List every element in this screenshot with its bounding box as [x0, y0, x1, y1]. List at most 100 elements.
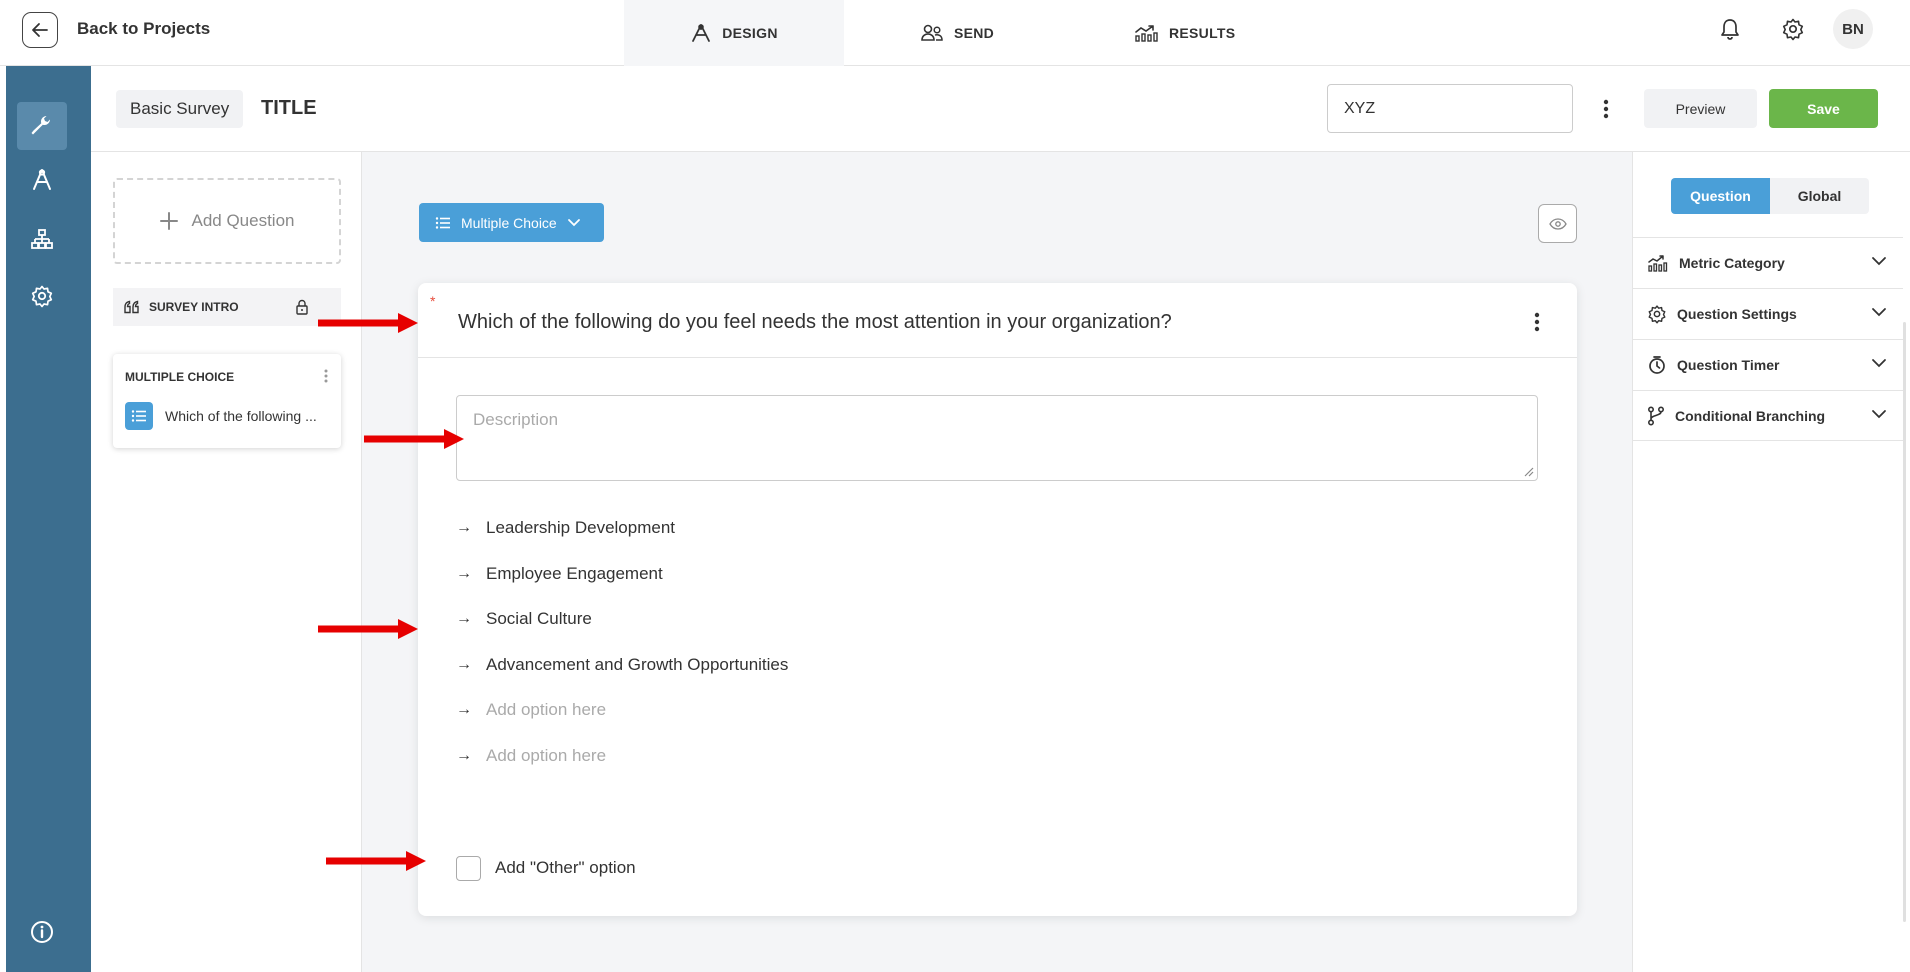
question-list-panel: Add Question SURVEY INTRO MULTIPLE CHOIC… — [91, 152, 362, 972]
wrench-icon — [31, 116, 50, 135]
tab-results[interactable]: RESULTS — [1133, 0, 1235, 66]
sitemap-icon — [31, 229, 53, 249]
plus-icon — [160, 212, 179, 230]
accordion-label: Metric Category — [1679, 255, 1785, 271]
chevron-down-icon — [1872, 257, 1886, 266]
resize-handle-icon[interactable] — [1524, 467, 1534, 477]
option-row[interactable]: → Social Culture — [456, 604, 592, 634]
question-list-item[interactable]: MULTIPLE CHOICE Which of the following .… — [113, 354, 341, 448]
segment-global[interactable]: Global — [1770, 178, 1869, 214]
design-icon — [692, 24, 711, 42]
settings-button[interactable] — [1778, 14, 1808, 44]
bell-icon — [1721, 19, 1739, 40]
list-icon — [125, 402, 153, 430]
add-question-button[interactable]: Add Question — [113, 178, 341, 264]
arrow-right-icon: → — [456, 747, 472, 764]
accordion-question-timer[interactable]: Question Timer — [1633, 339, 1903, 390]
rail-item-build[interactable] — [17, 102, 67, 150]
option-row[interactable]: → Employee Engagement — [456, 559, 663, 589]
arrow-left-icon — [32, 23, 48, 37]
gear-icon — [1648, 305, 1666, 324]
required-marker: * — [430, 293, 436, 309]
question-type-dropdown[interactable]: Multiple Choice — [419, 203, 604, 242]
survey-title[interactable]: TITLE — [261, 97, 317, 120]
back-button[interactable] — [22, 12, 58, 48]
chevron-down-icon — [1872, 410, 1886, 419]
accordion-label: Question Settings — [1677, 306, 1797, 322]
question-type-label: MULTIPLE CHOICE — [125, 370, 235, 384]
arrow-right-icon: → — [456, 610, 472, 627]
arrow-right-icon: → — [456, 565, 472, 582]
back-to-projects-link[interactable]: Back to Projects — [77, 19, 210, 39]
question-type-label: Multiple Choice — [461, 214, 557, 231]
annotation-arrow-icon — [318, 313, 418, 333]
lock-icon — [296, 299, 308, 315]
rail-item-settings[interactable] — [17, 272, 67, 320]
chevron-down-icon — [567, 218, 580, 226]
gear-icon — [1782, 18, 1804, 41]
top-bar: Back to Projects DESIGN SEND RESULTS BN — [0, 0, 1910, 66]
tab-send[interactable]: SEND — [920, 0, 994, 66]
tab-results-label: RESULTS — [1169, 25, 1236, 41]
add-option-input[interactable]: → Add option here — [456, 695, 606, 725]
question-text-input[interactable] — [458, 311, 1508, 334]
notifications-button[interactable] — [1715, 14, 1745, 44]
list-icon — [435, 216, 450, 229]
info-icon — [31, 921, 53, 943]
annotation-arrow-icon — [326, 851, 426, 871]
option-text: Leadership Development — [486, 518, 676, 537]
metric-chart-icon — [1648, 255, 1668, 272]
save-button[interactable]: Save — [1769, 89, 1878, 128]
preview-button[interactable]: Preview — [1644, 89, 1757, 128]
properties-panel: Question Global Metric Category Question… — [1632, 152, 1910, 972]
gear-icon — [31, 285, 53, 308]
branch-icon — [1647, 406, 1665, 426]
tab-design-label: DESIGN — [722, 25, 778, 41]
accordion-metric-category[interactable]: Metric Category — [1633, 237, 1903, 288]
rail-item-logic[interactable] — [17, 216, 67, 264]
quote-icon — [124, 300, 139, 314]
question-card: * → Leadership Development → Employee En… — [418, 283, 1577, 916]
option-text: Employee Engagement — [486, 564, 663, 583]
survey-intro-label: SURVEY INTRO — [149, 300, 239, 314]
more-options-button[interactable] — [1596, 94, 1616, 124]
description-input[interactable] — [456, 395, 1538, 481]
users-icon — [921, 24, 943, 41]
eye-icon — [1548, 217, 1567, 230]
survey-name-input[interactable] — [1327, 84, 1573, 133]
arrow-right-icon: → — [456, 656, 472, 673]
arrow-right-icon: → — [456, 701, 472, 718]
arrow-right-icon: → — [456, 519, 472, 536]
tab-send-label: SEND — [954, 25, 995, 41]
accordion-label: Conditional Branching — [1675, 408, 1826, 424]
segment-question[interactable]: Question — [1671, 178, 1770, 214]
add-option-input[interactable]: → Add option here — [456, 741, 606, 771]
page-scrollbar[interactable] — [1903, 322, 1906, 922]
chevron-down-icon — [1872, 359, 1886, 368]
user-avatar[interactable]: BN — [1833, 9, 1873, 49]
panel-segmented-control: Question Global — [1671, 178, 1869, 214]
survey-header: Basic Survey TITLE — [91, 66, 1910, 152]
results-chart-icon — [1135, 25, 1158, 42]
visibility-toggle-button[interactable] — [1538, 204, 1577, 243]
annotation-arrow-icon — [364, 429, 464, 449]
option-row[interactable]: → Advancement and Growth Opportunities — [456, 650, 788, 680]
other-option-checkbox[interactable] — [456, 855, 481, 881]
other-option-label: Add "Other" option — [495, 858, 636, 877]
accordion-conditional-branching[interactable]: Conditional Branching — [1633, 390, 1903, 441]
kebab-icon — [1534, 312, 1540, 332]
timer-icon — [1649, 356, 1665, 374]
survey-intro-item[interactable]: SURVEY INTRO — [113, 288, 341, 326]
question-more-button[interactable] — [1527, 307, 1547, 337]
option-placeholder: Add option here — [486, 746, 607, 765]
rail-item-design[interactable] — [17, 156, 67, 204]
accordion-question-settings[interactable]: Question Settings — [1633, 288, 1903, 339]
tab-design[interactable]: DESIGN — [624, 0, 844, 66]
annotation-arrow-icon — [318, 619, 418, 639]
add-question-label: Add Question — [191, 211, 295, 230]
survey-type-badge: Basic Survey — [116, 90, 244, 128]
kebab-icon[interactable] — [323, 368, 329, 384]
divider — [418, 357, 1577, 358]
rail-item-info[interactable] — [17, 908, 67, 956]
option-row[interactable]: → Leadership Development — [456, 513, 675, 543]
